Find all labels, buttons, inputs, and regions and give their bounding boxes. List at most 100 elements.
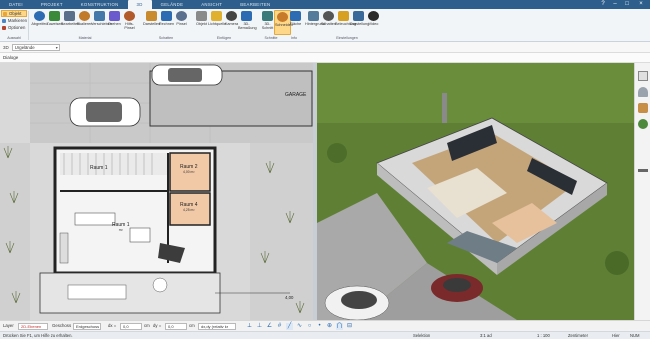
- ribbon-button-label: Objekt: [196, 22, 207, 26]
- maximize-icon[interactable]: □: [622, 0, 632, 9]
- camera-icon: [226, 11, 237, 21]
- curve-icon[interactable]: ∿: [296, 323, 303, 330]
- mode-markieren[interactable]: Markieren: [1, 17, 27, 24]
- ribbon-button-21[interactable]: Video: [365, 10, 382, 35]
- minimize-icon[interactable]: –: [610, 0, 620, 9]
- room-label-1: Raum 1: [90, 166, 108, 171]
- terrain-select[interactable]: Urgelände ▾: [11, 43, 60, 51]
- group-label-schatten: Schatten: [158, 36, 174, 40]
- help-icon[interactable]: ?: [598, 0, 608, 9]
- tab-konstruktion[interactable]: KONSTRUKTION: [72, 0, 128, 9]
- plants-icon[interactable]: [638, 119, 648, 129]
- coord-mode-select[interactable]: dx,dy (relativ kr: [198, 323, 236, 330]
- view-toolbar: 3D Urgelände ▾: [0, 42, 650, 53]
- room-label-4: Raum 4 4,25 m²: [180, 203, 198, 213]
- floor-plan-view[interactable]: GARAGE 4,00 Raum 1 Raum 1 m² Raum 2 4,00…: [0, 63, 313, 320]
- room-label-2: Raum 2 4,00 m²: [180, 165, 198, 175]
- mode-optionen-label: Optionen: [8, 25, 26, 30]
- status-unit: Zentimeter: [568, 333, 589, 338]
- 3d-car-white: [324, 285, 390, 320]
- tab-datei[interactable]: DATEI: [0, 0, 32, 9]
- ribbon: Objekt Markieren Optionen Abgreifen Zuwei…: [0, 9, 650, 42]
- group-label-auswahl: Auswahl: [7, 36, 21, 40]
- close-icon[interactable]: ×: [636, 0, 646, 9]
- ribbon-button-6[interactable]: Hilfs-Pinsel: [121, 10, 138, 35]
- 3d-house-render: [317, 63, 634, 320]
- ribbon-button-label: Rechnen: [158, 22, 175, 26]
- tab-3d[interactable]: 3D: [127, 0, 152, 9]
- status-num: NUM: [630, 333, 640, 338]
- cursor-icon: [3, 11, 7, 16]
- car-1: [69, 97, 141, 127]
- ortho-icon[interactable]: ⊥: [256, 323, 263, 330]
- status-caps: Hier: [612, 333, 620, 338]
- angle-icon[interactable]: ∠: [266, 323, 273, 330]
- dy-field[interactable]: 0,0: [165, 323, 187, 330]
- car-2: [151, 64, 223, 86]
- tab-bearbeiten[interactable]: BEARBEITEN: [231, 0, 279, 9]
- calculate-icon: [161, 11, 172, 21]
- materials-icon[interactable]: [638, 87, 648, 97]
- tab-ansicht[interactable]: ANSICHT: [192, 0, 231, 9]
- mode-optionen[interactable]: Optionen: [1, 24, 27, 31]
- ruler-icon[interactable]: ⊟: [346, 323, 353, 330]
- light-source-icon: [211, 11, 222, 21]
- geschoss-select[interactable]: Erdgeschoss: [73, 323, 101, 330]
- edit-material-icon: [64, 11, 75, 21]
- dy-unit: cm: [189, 323, 195, 328]
- document-tabs: Dialoge: [0, 53, 650, 63]
- room-1b-area: m²: [118, 228, 123, 232]
- ribbon-button-label: Pinsel: [176, 22, 187, 26]
- group-label-schnitte: Schnitte: [264, 36, 278, 40]
- mode-objekt[interactable]: Objekt: [1, 10, 27, 17]
- section-icon: [262, 11, 273, 21]
- shadow-icon: [323, 11, 334, 21]
- panel-toggle-icon[interactable]: [638, 169, 648, 172]
- options-icon: [2, 25, 6, 30]
- magnet-icon[interactable]: ⋂: [336, 323, 343, 330]
- circle-icon[interactable]: ○: [306, 323, 313, 330]
- point-icon[interactable]: •: [316, 323, 323, 330]
- ribbon-button-label: Drehen: [108, 22, 121, 26]
- snap-icon[interactable]: ⟂: [246, 323, 253, 330]
- ribbon-button-9[interactable]: Pinsel: [173, 10, 190, 35]
- area-icon: [290, 11, 301, 21]
- group-label-einfuegen: Einfügen: [216, 36, 232, 40]
- room-1-name: Raum 1: [90, 165, 108, 171]
- tool-strip: Layer 2D-Ebenen Geschoss Erdgeschoss dx …: [0, 320, 650, 331]
- ribbon-button-label: Kamera: [224, 22, 239, 26]
- assign-icon: [49, 11, 60, 21]
- 3d-view[interactable]: [317, 63, 634, 320]
- ribbon-button-16[interactable]: Fläche: [287, 10, 304, 35]
- mode-objekt-label: Objekt: [9, 11, 22, 16]
- selection-modes: Objekt Markieren Optionen: [1, 10, 27, 31]
- geschoss-label: Geschoss: [52, 323, 72, 328]
- room-4-area: 4,25 m²: [183, 208, 195, 212]
- dx-field[interactable]: 0,0: [120, 323, 142, 330]
- tab-projekt[interactable]: PROJEKT: [32, 0, 72, 9]
- tab-gelaende[interactable]: GELÄNDE: [152, 0, 193, 9]
- group-label-einstellungen: Einstellungen: [336, 36, 358, 40]
- textures-icon[interactable]: [638, 103, 648, 113]
- side-toolbar: [634, 63, 650, 320]
- tab-dialoge[interactable]: Dialoge: [3, 55, 18, 60]
- group-divider: [28, 11, 29, 40]
- background-icon: [308, 11, 319, 21]
- status-selection: Selektion: [413, 333, 431, 338]
- app-window: DATEI PROJEKT KONSTRUKTION 3D GELÄNDE AN…: [0, 0, 650, 339]
- marquee-icon: [2, 18, 6, 23]
- ribbon-button-13[interactable]: 3D-Bemaßung: [238, 10, 257, 35]
- pinsel-icon: [176, 11, 187, 21]
- grid-icon[interactable]: #: [276, 323, 283, 330]
- ribbon-button-label: Video: [368, 22, 379, 26]
- line-icon[interactable]: ╱: [286, 323, 293, 330]
- layer-select[interactable]: 2D-Ebenen: [18, 323, 48, 330]
- ribbon-button-label: Hilfs-Pinsel: [124, 22, 135, 31]
- object-light-icon: [196, 11, 207, 21]
- object-catalog-icon[interactable]: [638, 71, 648, 81]
- ribbon-button-label: Schatten: [321, 22, 336, 26]
- garage-label: GARAGE: [285, 92, 307, 98]
- brush-icon: [124, 11, 135, 21]
- crosshair-icon[interactable]: ⊕: [326, 323, 333, 330]
- ribbon-button-label: 3D-Bemaßung: [238, 22, 257, 31]
